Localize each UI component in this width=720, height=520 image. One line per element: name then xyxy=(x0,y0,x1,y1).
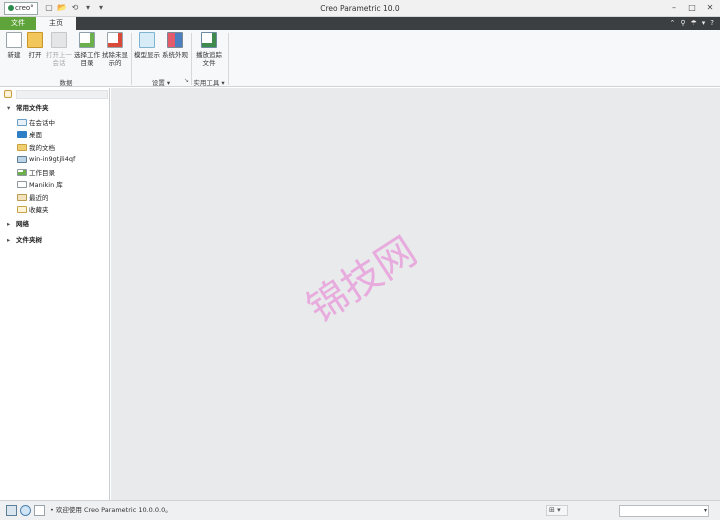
graphics-area[interactable] xyxy=(111,88,720,500)
section-folder-tree-label: 文件夹树 xyxy=(16,236,42,244)
nav-item-label: 桌面 xyxy=(29,131,42,139)
status-bar: • 欢迎使用 Creo Parametric 10.0.0.0。 ⊞ ▾ ▾ xyxy=(0,500,720,520)
play-trail-file-icon xyxy=(201,32,217,48)
chevron-down-icon: ▾ xyxy=(703,507,707,514)
help-dropdown-icon[interactable]: ▾ xyxy=(702,18,706,29)
ribbon: 新建 打开 打开上一 会话 选择工作 目录 拭除未显 示的 数据 模型显示 系统… xyxy=(0,30,720,87)
navigator-toggle-icon[interactable] xyxy=(6,505,17,516)
folder-navigator: ▾ 常用文件夹 在会话中 桌面 我的文档 win-in9gtjli4qf 工作目录… xyxy=(0,88,110,500)
selection-filter-select[interactable]: ▾ xyxy=(619,505,709,517)
collapse-arrow-icon: ▸ xyxy=(7,236,11,244)
open-button[interactable]: 打开 xyxy=(24,32,46,59)
window-controls: – □ ✕ xyxy=(668,2,716,14)
erase-not-displayed-button[interactable]: 拭除未显 示的 xyxy=(101,32,129,67)
system-appearance-icon xyxy=(167,32,183,48)
working-directory-icon xyxy=(17,168,27,176)
group-separator xyxy=(131,33,132,85)
window-title: Creo Parametric 10.0 xyxy=(320,4,400,13)
open-button-label: 打开 xyxy=(28,51,42,59)
search-icon[interactable]: ⚲ xyxy=(680,18,685,29)
favorites-icon xyxy=(17,205,27,213)
group-label-settings[interactable]: 设置 ▾ xyxy=(133,77,189,87)
nav-item-in-session[interactable]: 在会话中 xyxy=(17,117,55,127)
nav-item-label: 在会话中 xyxy=(29,119,55,127)
expand-arrow-icon: ▾ xyxy=(7,104,11,112)
nav-item-desktop[interactable]: 桌面 xyxy=(17,129,42,139)
navigator-search xyxy=(2,90,108,99)
maximize-button[interactable]: □ xyxy=(686,2,698,14)
erase-not-displayed-icon xyxy=(107,32,123,48)
help-icon[interactable]: ? xyxy=(710,18,714,29)
folder-browser-icon[interactable] xyxy=(4,90,12,98)
section-common-folders[interactable]: ▾ 常用文件夹 xyxy=(7,104,49,113)
model-display-button[interactable]: 模型显示 xyxy=(133,32,161,59)
full-screen-icon[interactable] xyxy=(34,505,45,516)
tab-bar-icons: ⌃ ⚲ ☂ ▾ ? xyxy=(669,18,714,29)
group-label-data: 数据 xyxy=(59,79,73,87)
open-last-session-label: 打开上一 会话 xyxy=(46,51,72,67)
new-button[interactable]: 新建 xyxy=(3,32,25,59)
erase-not-displayed-label: 拭除未显 示的 xyxy=(102,51,128,67)
manikin-library-icon xyxy=(17,180,27,188)
play-trail-file-label: 播放追踪 文件 xyxy=(196,51,222,67)
nav-item-label: 工作目录 xyxy=(29,169,55,177)
system-appearance-button[interactable]: 系统外观 xyxy=(161,32,189,59)
collapse-arrow-icon: ▸ xyxy=(7,220,11,228)
model-display-icon xyxy=(139,32,155,48)
desktop-icon xyxy=(17,130,27,138)
nav-item-my-documents[interactable]: 我的文档 xyxy=(17,142,55,152)
minimize-button[interactable]: – xyxy=(668,2,680,14)
nav-item-label: Manikin 库 xyxy=(29,181,63,189)
find-button[interactable]: ⊞ ▾ xyxy=(546,505,568,516)
section-network[interactable]: ▸ 网络 xyxy=(7,220,29,229)
in-session-icon xyxy=(17,118,27,126)
tab-home[interactable]: 主页 xyxy=(36,17,76,30)
section-network-label: 网络 xyxy=(16,220,29,228)
navigator-search-input[interactable] xyxy=(16,90,108,99)
computer-icon xyxy=(17,155,27,163)
status-message: • 欢迎使用 Creo Parametric 10.0.0.0。 xyxy=(50,506,172,514)
new-button-label: 新建 xyxy=(7,51,21,59)
my-documents-icon xyxy=(17,143,27,151)
select-working-directory-button[interactable]: 选择工作 目录 xyxy=(73,32,101,67)
tab-file[interactable]: 文件 xyxy=(0,17,36,30)
browser-toggle-icon[interactable] xyxy=(20,505,31,516)
nav-item-label: 收藏夹 xyxy=(29,206,49,214)
section-common-folders-label: 常用文件夹 xyxy=(16,104,49,112)
play-trail-file-button[interactable]: 播放追踪 文件 xyxy=(194,32,224,67)
ribbon-tab-bar: 文件 主页 ⌃ ⚲ ☂ ▾ ? xyxy=(0,17,720,30)
minimize-ribbon-icon[interactable]: ⌃ xyxy=(669,18,675,29)
group-label-utilities[interactable]: 实用工具 ▾ xyxy=(192,77,226,87)
nav-item-label: 我的文档 xyxy=(29,144,55,152)
select-working-dir-icon xyxy=(79,32,95,48)
nav-item-label: 最近的 xyxy=(29,194,49,202)
nav-item-computer[interactable]: win-in9gtjli4qf xyxy=(17,154,75,164)
close-button[interactable]: ✕ xyxy=(704,2,716,14)
nav-item-recent[interactable]: 最近的 xyxy=(17,192,49,202)
system-appearance-label: 系统外观 xyxy=(162,51,188,59)
nav-item-label: win-in9gtjli4qf xyxy=(29,155,76,163)
nav-item-manikin-library[interactable]: Manikin 库 xyxy=(17,179,63,189)
model-display-label: 模型显示 xyxy=(134,51,160,59)
group-separator xyxy=(228,33,229,85)
settings-dialog-launcher-icon[interactable]: ↘ xyxy=(184,77,189,84)
title-bar: creo° ▢ 📂 ⟲ ▾ ▾ Creo Parametric 10.0 – □… xyxy=(0,0,720,17)
open-folder-icon xyxy=(27,32,43,48)
nav-item-favorites[interactable]: 收藏夹 xyxy=(17,204,49,214)
section-folder-tree[interactable]: ▸ 文件夹树 xyxy=(7,236,42,245)
recent-icon xyxy=(17,193,27,201)
nav-item-working-directory[interactable]: 工作目录 xyxy=(17,167,55,177)
select-working-dir-label: 选择工作 目录 xyxy=(74,51,100,67)
new-file-icon xyxy=(6,32,22,48)
open-last-session-icon xyxy=(51,32,67,48)
help-center-icon[interactable]: ☂ xyxy=(690,18,696,29)
open-last-session-button[interactable]: 打开上一 会话 xyxy=(45,32,73,67)
